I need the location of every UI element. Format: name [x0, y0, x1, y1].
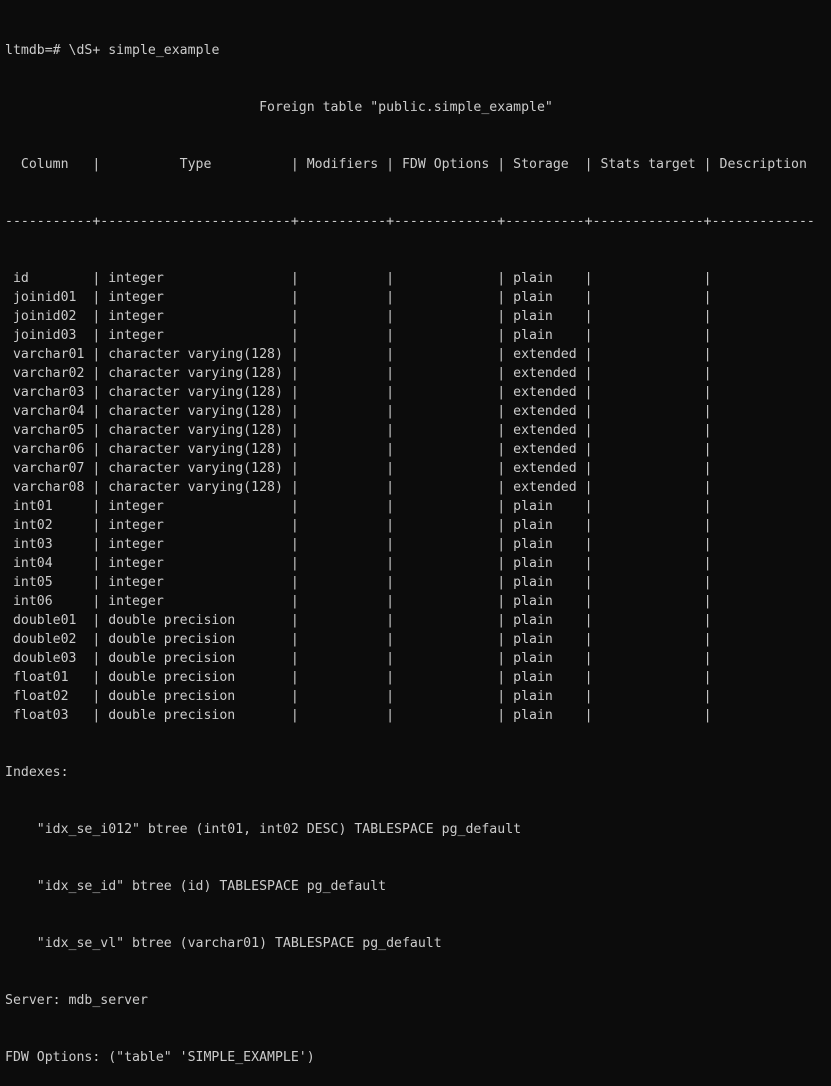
table-row: int04 | integer | | | plain | |	[5, 556, 712, 571]
table-row: varchar06 | character varying(128) | | |…	[5, 442, 712, 457]
table-row: varchar03 | character varying(128) | | |…	[5, 385, 712, 400]
table-row: joinid02 | integer | | | plain | |	[5, 309, 712, 324]
index-line: "idx_se_id" btree (id) TABLESPACE pg_def…	[5, 879, 387, 894]
table-row: int02 | integer | | | plain | |	[5, 518, 712, 533]
table-row: varchar01 | character varying(128) | | |…	[5, 347, 712, 362]
table-separator: -----------+------------------------+---…	[5, 214, 815, 229]
command-line: ltmdb=# \dS+ simple_example	[5, 41, 815, 60]
index-line: "idx_se_vl" btree (varchar01) TABLESPACE…	[5, 936, 442, 951]
table-row: varchar02 | character varying(128) | | |…	[5, 366, 712, 381]
table-title: Foreign table "public.simple_example"	[5, 100, 815, 115]
table-body: id | integer | | | plain | | joinid01 | …	[5, 269, 815, 725]
table-row: joinid03 | integer | | | plain | |	[5, 328, 712, 343]
table-row: int01 | integer | | | plain | |	[5, 499, 712, 514]
terminal-output: ltmdb=# \dS+ simple_example Foreign tabl…	[5, 3, 815, 1086]
indexes-label: Indexes:	[5, 765, 69, 780]
table-row: float02 | double precision | | | plain |…	[5, 689, 712, 704]
table-row: varchar04 | character varying(128) | | |…	[5, 404, 712, 419]
table-row: double02 | double precision | | | plain …	[5, 632, 712, 647]
fdw-options-line: FDW Options: ("table" 'SIMPLE_EXAMPLE')	[5, 1050, 315, 1065]
table-row: double03 | double precision | | | plain …	[5, 651, 712, 666]
table-row: varchar07 | character varying(128) | | |…	[5, 461, 712, 476]
table-header: Column | Type | Modifiers | FDW Options …	[5, 157, 815, 172]
table-row: int03 | integer | | | plain | |	[5, 537, 712, 552]
table-row: int05 | integer | | | plain | |	[5, 575, 712, 590]
table-row: joinid01 | integer | | | plain | |	[5, 290, 712, 305]
server-line: Server: mdb_server	[5, 993, 148, 1008]
table-row: double01 | double precision | | | plain …	[5, 613, 712, 628]
table-row: varchar08 | character varying(128) | | |…	[5, 480, 712, 495]
table-row: int06 | integer | | | plain | |	[5, 594, 712, 609]
table-row: float01 | double precision | | | plain |…	[5, 670, 712, 685]
command: \dS+ simple_example	[68, 43, 220, 58]
prompt: ltmdb=#	[5, 43, 69, 58]
table-row: float03 | double precision | | | plain |…	[5, 708, 712, 723]
table-row: varchar05 | character varying(128) | | |…	[5, 423, 712, 438]
index-line: "idx_se_i012" btree (int01, int02 DESC) …	[5, 822, 522, 837]
table-row: id | integer | | | plain | |	[5, 271, 712, 286]
